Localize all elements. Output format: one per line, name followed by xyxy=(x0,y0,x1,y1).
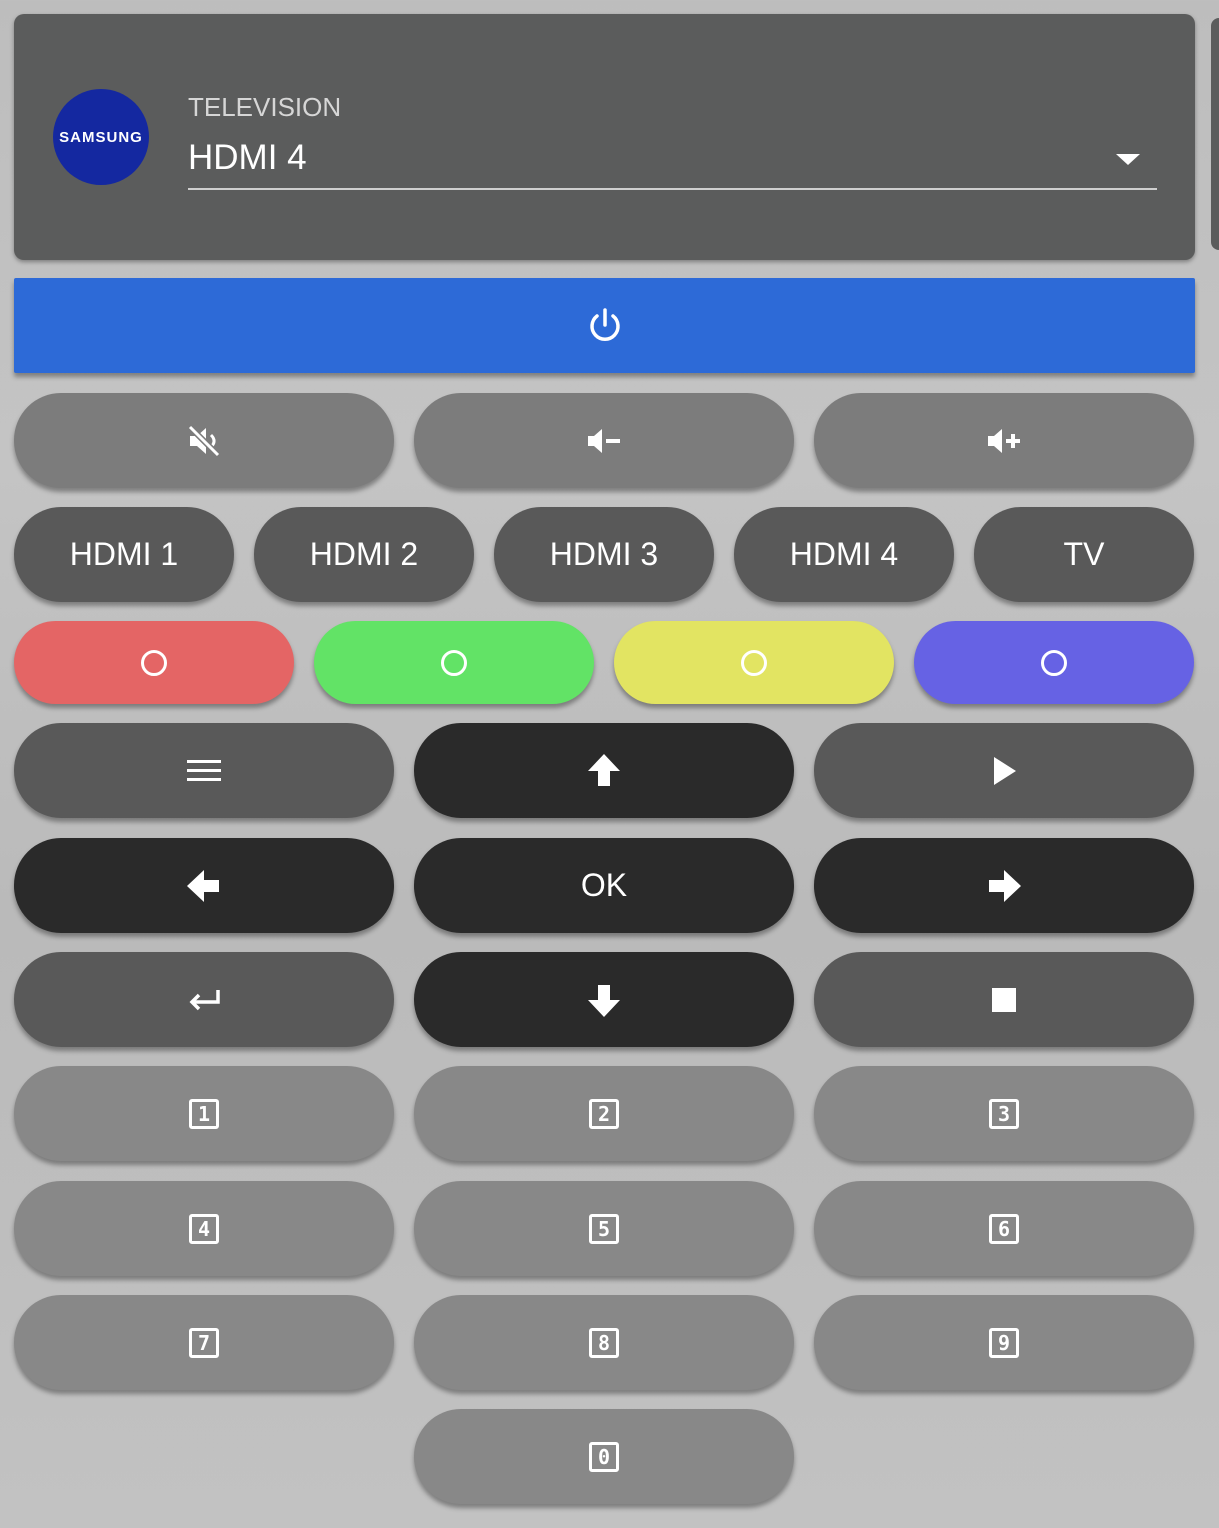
play-icon xyxy=(994,756,1016,785)
return-icon xyxy=(189,989,220,1010)
numeric-5-box-icon: 5 xyxy=(589,1213,619,1244)
numeric-button-6[interactable]: 6 xyxy=(814,1181,1194,1276)
numeric-4-box-icon: 4 xyxy=(189,1213,219,1244)
source-select-label: TELEVISION xyxy=(188,92,342,122)
numeric-button-2[interactable]: 2 xyxy=(414,1066,794,1161)
numeric-button-9[interactable]: 9 xyxy=(814,1295,1194,1390)
source-tv-button[interactable]: TV xyxy=(974,507,1194,602)
blue-button[interactable] xyxy=(914,621,1194,704)
right-button[interactable] xyxy=(814,838,1194,933)
circle-outline-icon xyxy=(141,649,167,676)
yellow-button[interactable] xyxy=(614,621,894,704)
source-select-underline xyxy=(188,188,1157,190)
arrow-up-icon xyxy=(588,753,620,786)
numeric-button-1[interactable]: 1 xyxy=(14,1066,394,1161)
samsung-logo: SAMSUNG xyxy=(53,89,149,185)
numeric-6-box-icon: 6 xyxy=(989,1213,1019,1244)
numeric-2-box-icon: 2 xyxy=(589,1098,619,1129)
chevron-down-icon[interactable] xyxy=(1116,154,1140,165)
left-button[interactable] xyxy=(14,838,394,933)
volume-off-icon xyxy=(187,424,221,457)
numeric-7-box-icon: 7 xyxy=(189,1327,219,1358)
numeric-1-box-icon: 1 xyxy=(189,1098,219,1129)
source-hdmi1-button[interactable]: HDMI 1 xyxy=(14,507,234,602)
source-hdmi3-button[interactable]: HDMI 3 xyxy=(494,507,714,602)
arrow-down-icon xyxy=(588,984,620,1017)
stop-icon xyxy=(992,987,1016,1012)
source-hdmi4-button[interactable]: HDMI 4 xyxy=(734,507,954,602)
menu-button[interactable] xyxy=(14,723,394,818)
up-button[interactable] xyxy=(414,723,794,818)
circle-outline-icon xyxy=(741,649,767,676)
volume-minus-icon xyxy=(588,428,620,453)
power-icon xyxy=(589,307,620,341)
play-button[interactable] xyxy=(814,723,1194,818)
power-button[interactable] xyxy=(14,278,1195,373)
green-button[interactable] xyxy=(314,621,594,704)
numeric-button-3[interactable]: 3 xyxy=(814,1066,1194,1161)
numeric-button-7[interactable]: 7 xyxy=(14,1295,394,1390)
numeric-3-box-icon: 3 xyxy=(989,1098,1019,1129)
circle-outline-icon xyxy=(1041,649,1067,676)
circle-outline-icon xyxy=(441,649,467,676)
ok-button[interactable]: OK xyxy=(414,838,794,933)
source-select[interactable]: HDMI 4 xyxy=(188,138,307,178)
numeric-button-4[interactable]: 4 xyxy=(14,1181,394,1276)
volume-up-button[interactable] xyxy=(814,393,1194,488)
numeric-button-8[interactable]: 8 xyxy=(414,1295,794,1390)
numeric-8-box-icon: 8 xyxy=(589,1327,619,1358)
numeric-button-0[interactable]: 0 xyxy=(414,1409,794,1504)
return-button[interactable] xyxy=(14,952,394,1047)
adjacent-card-edge xyxy=(1211,18,1219,250)
mute-button[interactable] xyxy=(14,393,394,488)
media-player-card: SAMSUNG TELEVISION HDMI 4 xyxy=(14,14,1195,260)
volume-down-button[interactable] xyxy=(414,393,794,488)
numeric-0-box-icon: 0 xyxy=(589,1441,619,1472)
numeric-button-5[interactable]: 5 xyxy=(414,1181,794,1276)
numeric-9-box-icon: 9 xyxy=(989,1327,1019,1358)
arrow-left-icon xyxy=(187,869,219,902)
source-hdmi2-button[interactable]: HDMI 2 xyxy=(254,507,474,602)
down-button[interactable] xyxy=(414,952,794,1047)
menu-icon xyxy=(187,759,221,781)
arrow-right-icon xyxy=(989,869,1021,902)
red-button[interactable] xyxy=(14,621,294,704)
volume-plus-icon xyxy=(988,428,1020,453)
stop-button[interactable] xyxy=(814,952,1194,1047)
